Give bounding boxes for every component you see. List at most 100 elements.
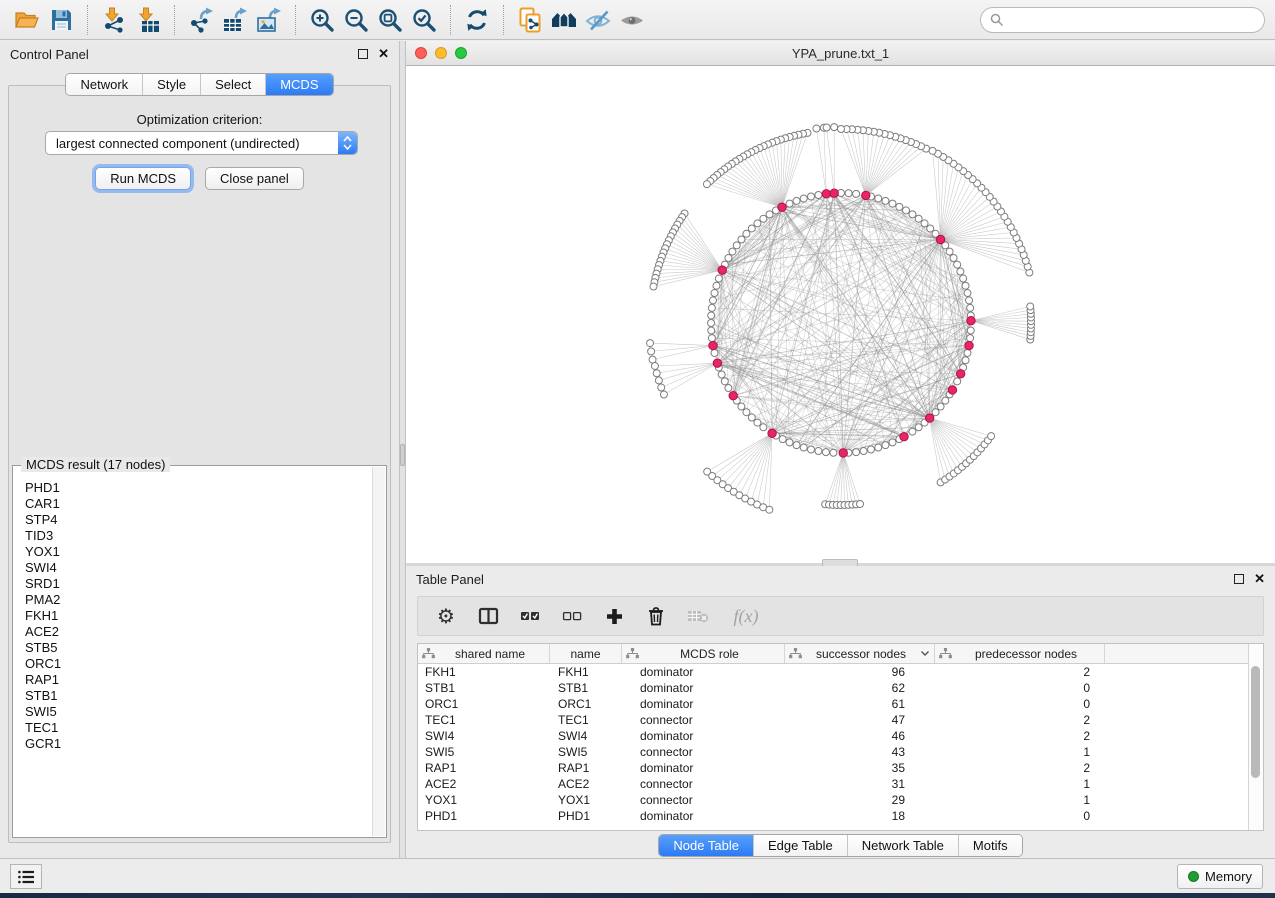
- network-node[interactable]: [743, 409, 750, 416]
- zoom-fit-icon[interactable]: [373, 4, 407, 36]
- network-node[interactable]: [658, 384, 665, 391]
- network-node[interactable]: [725, 255, 732, 262]
- tab-style[interactable]: Style: [142, 74, 200, 95]
- close-panel-icon[interactable]: ✕: [378, 49, 389, 59]
- optimization-criterion-dropdown[interactable]: largest connected component (undirected): [45, 131, 358, 155]
- mcds-hub-node[interactable]: [862, 191, 870, 199]
- network-node[interactable]: [964, 349, 971, 356]
- network-node[interactable]: [909, 428, 916, 435]
- mcds-hub-node[interactable]: [768, 429, 776, 437]
- network-node[interactable]: [779, 436, 786, 443]
- network-node[interactable]: [857, 501, 864, 508]
- network-node[interactable]: [793, 442, 800, 449]
- table-row[interactable]: SWI5SWI5connector431: [418, 744, 1263, 760]
- open-file-icon[interactable]: [10, 4, 44, 36]
- zoom-selected-icon[interactable]: [407, 4, 441, 36]
- refresh-icon[interactable]: [460, 4, 494, 36]
- vertical-splitter[interactable]: [399, 41, 406, 858]
- network-node[interactable]: [738, 403, 745, 410]
- search-input[interactable]: [1010, 12, 1255, 27]
- network-node[interactable]: [708, 335, 715, 342]
- network-node[interactable]: [793, 197, 800, 204]
- column-header-successors[interactable]: successor nodes: [785, 644, 935, 663]
- table-row[interactable]: RAP1RAP1dominator352: [418, 760, 1263, 776]
- network-node[interactable]: [760, 215, 767, 222]
- network-node[interactable]: [909, 211, 916, 218]
- tab-network-table[interactable]: Network Table: [847, 835, 958, 856]
- mcds-node-item[interactable]: STB1: [25, 688, 372, 704]
- mcds-node-item[interactable]: TID3: [25, 528, 372, 544]
- mcds-hub-node[interactable]: [778, 203, 786, 211]
- network-node[interactable]: [860, 448, 867, 455]
- mcds-hub-node[interactable]: [718, 266, 726, 274]
- mcds-node-item[interactable]: SWI4: [25, 560, 372, 576]
- mcds-hub-node[interactable]: [967, 317, 975, 325]
- network-node[interactable]: [653, 370, 660, 377]
- network-canvas[interactable]: [406, 66, 1275, 562]
- network-node[interactable]: [815, 448, 822, 455]
- network-node[interactable]: [896, 203, 903, 210]
- network-node[interactable]: [867, 446, 874, 453]
- delete-rows-icon[interactable]: [644, 604, 668, 628]
- network-node[interactable]: [927, 225, 934, 232]
- network-node[interactable]: [754, 220, 761, 227]
- network-node[interactable]: [808, 193, 815, 200]
- network-node[interactable]: [831, 124, 838, 131]
- network-node[interactable]: [915, 424, 922, 431]
- network-node[interactable]: [946, 248, 953, 255]
- search-field[interactable]: [980, 7, 1265, 33]
- network-node[interactable]: [823, 124, 830, 131]
- mcds-hub-node[interactable]: [965, 341, 973, 349]
- network-node[interactable]: [964, 290, 971, 297]
- tab-motifs[interactable]: Motifs: [958, 835, 1022, 856]
- hide-selected-icon[interactable]: [581, 4, 615, 36]
- network-node[interactable]: [937, 403, 944, 410]
- export-image-icon[interactable]: [252, 4, 286, 36]
- network-node[interactable]: [711, 290, 718, 297]
- network-node[interactable]: [655, 377, 662, 384]
- network-node[interactable]: [733, 242, 740, 249]
- network-node[interactable]: [1027, 303, 1034, 310]
- mcds-hub-node[interactable]: [948, 386, 956, 394]
- table-scrollbar[interactable]: [1248, 644, 1263, 830]
- table-row[interactable]: SWI4SWI4dominator462: [418, 728, 1263, 744]
- add-row-icon[interactable]: [602, 604, 626, 628]
- close-panel-icon[interactable]: ✕: [1254, 574, 1265, 584]
- network-node[interactable]: [754, 419, 761, 426]
- network-node[interactable]: [957, 268, 964, 275]
- show-all-icon[interactable]: [615, 4, 649, 36]
- table-row[interactable]: TEC1TEC1connector472: [418, 712, 1263, 728]
- network-node[interactable]: [647, 340, 654, 347]
- network-node[interactable]: [718, 371, 725, 378]
- mcds-hub-node[interactable]: [729, 391, 737, 399]
- table-row[interactable]: FKH1FKH1dominator962: [418, 664, 1263, 680]
- network-node[interactable]: [766, 211, 773, 218]
- network-node[interactable]: [962, 357, 969, 364]
- mcds-node-item[interactable]: STB5: [25, 640, 372, 656]
- mcds-node-item[interactable]: ORC1: [25, 656, 372, 672]
- network-node[interactable]: [648, 348, 655, 355]
- float-panel-icon[interactable]: [358, 49, 368, 59]
- import-table-icon[interactable]: [131, 4, 165, 36]
- mcds-node-item[interactable]: STP4: [25, 512, 372, 528]
- network-node[interactable]: [903, 207, 910, 214]
- network-node[interactable]: [929, 147, 936, 154]
- network-node[interactable]: [822, 449, 829, 456]
- save-session-icon[interactable]: [44, 4, 78, 36]
- mcds-node-item[interactable]: CAR1: [25, 496, 372, 512]
- network-node[interactable]: [967, 327, 974, 334]
- network-view-titlebar[interactable]: YPA_prune.txt_1: [406, 41, 1275, 66]
- table-row[interactable]: PHD1PHD1dominator180: [418, 808, 1263, 824]
- network-node[interactable]: [954, 378, 961, 385]
- network-node[interactable]: [711, 349, 718, 356]
- network-node[interactable]: [875, 195, 882, 202]
- mcds-node-item[interactable]: PHD1: [25, 480, 372, 496]
- mcds-hub-node[interactable]: [925, 414, 933, 422]
- network-node[interactable]: [967, 304, 974, 311]
- network-node[interactable]: [875, 444, 882, 451]
- mcds-hub-node[interactable]: [900, 433, 908, 441]
- network-node[interactable]: [766, 506, 773, 513]
- network-node[interactable]: [988, 433, 995, 440]
- network-node[interactable]: [743, 230, 750, 237]
- network-node[interactable]: [813, 125, 820, 132]
